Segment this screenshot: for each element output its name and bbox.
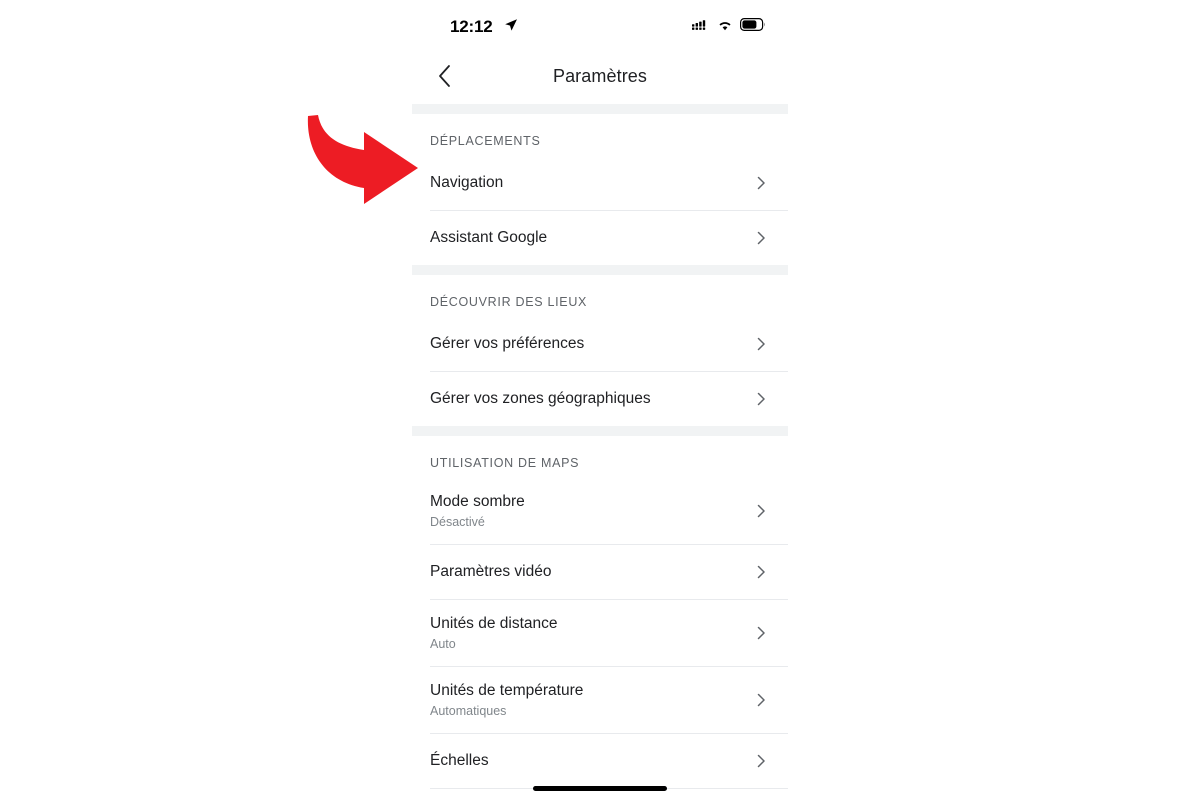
- wifi-icon: [717, 18, 733, 36]
- row-text-group: Unités de température Automatiques: [430, 681, 583, 719]
- chevron-right-icon: [754, 565, 768, 579]
- settings-row[interactable]: Paramètres vidéo: [412, 545, 788, 599]
- section-separator: [412, 265, 788, 275]
- red-curved-arrow-icon: [300, 112, 426, 210]
- chevron-right-icon: [754, 754, 768, 768]
- row-subtitle: Auto: [430, 637, 456, 652]
- row-title: Unités de distance: [430, 614, 558, 632]
- status-bar: 12:12: [412, 0, 788, 52]
- row-subtitle: Automatiques: [430, 704, 507, 719]
- settings-list: DÉPLACEMENTS Navigation Assistant Google DÉ…: [412, 104, 788, 800]
- row-title: Gérer vos préférences: [430, 335, 585, 353]
- phone-screen: 12:12 Paramètres DÉPLACEMENTS Navigation…: [412, 0, 788, 800]
- row-text-group: Gérer vos zones géographiques: [430, 389, 651, 408]
- row-text-group: Paramètres vidéo: [430, 562, 551, 581]
- settings-row[interactable]: Unités de température Automatiques: [412, 667, 788, 733]
- row-title: Paramètres vidéo: [430, 563, 552, 581]
- settings-row[interactable]: Gérer vos zones géographiques: [412, 372, 788, 426]
- chevron-right-icon: [754, 626, 768, 640]
- page-title: Paramètres: [552, 66, 648, 86]
- screenshot-root: 12:12 Paramètres DÉPLACEMENTS Navigation…: [0, 0, 1200, 800]
- section-separator: [412, 104, 788, 114]
- home-indicator-bar: [533, 786, 667, 791]
- section-header: DÉPLACEMENTS: [430, 134, 541, 148]
- settings-row[interactable]: Assistant Google: [412, 211, 788, 265]
- row-title: Échelles: [430, 752, 489, 770]
- nav-bar: Paramètres: [412, 52, 788, 104]
- row-title: Assistant Google: [430, 229, 548, 247]
- chevron-right-icon: [754, 337, 768, 351]
- chevron-right-icon: [754, 231, 768, 245]
- battery-icon: [740, 18, 766, 36]
- row-title: Mode sombre: [430, 492, 525, 510]
- section-header: DÉCOUVRIR DES LIEUX: [430, 295, 588, 309]
- settings-row[interactable]: Échelles: [412, 734, 788, 788]
- row-text-group: Unités de distance Auto: [430, 614, 558, 652]
- row-subtitle: Désactivé: [430, 515, 485, 530]
- chevron-right-icon: [754, 693, 768, 707]
- settings-row[interactable]: Mode sombre Désactivé: [412, 478, 788, 544]
- settings-row[interactable]: Navigation: [412, 156, 788, 210]
- row-title: Navigation: [430, 174, 504, 192]
- chevron-right-icon: [754, 504, 768, 518]
- section-header: UTILISATION DE MAPS: [430, 456, 580, 470]
- chevron-right-icon: [754, 392, 768, 406]
- cellular-signal-icon: [692, 18, 710, 36]
- settings-row[interactable]: Gérer vos préférences: [412, 317, 788, 371]
- row-text-group: Gérer vos préférences: [430, 334, 584, 353]
- row-title: Gérer vos zones géographiques: [430, 390, 651, 408]
- row-text-group: Échelles: [430, 751, 489, 770]
- row-text-group: Navigation: [430, 173, 503, 192]
- row-text-group: Mode sombre Désactivé: [430, 492, 525, 530]
- settings-row[interactable]: Unités de distance Auto: [412, 600, 788, 666]
- status-bar-indicators: [692, 18, 766, 36]
- section-separator: [412, 426, 788, 436]
- row-text-group: Assistant Google: [430, 228, 547, 247]
- chevron-right-icon: [754, 176, 768, 190]
- row-title: Unités de température: [430, 681, 584, 699]
- status-bar-time: 12:12: [450, 17, 493, 36]
- location-arrow-icon: [504, 18, 518, 32]
